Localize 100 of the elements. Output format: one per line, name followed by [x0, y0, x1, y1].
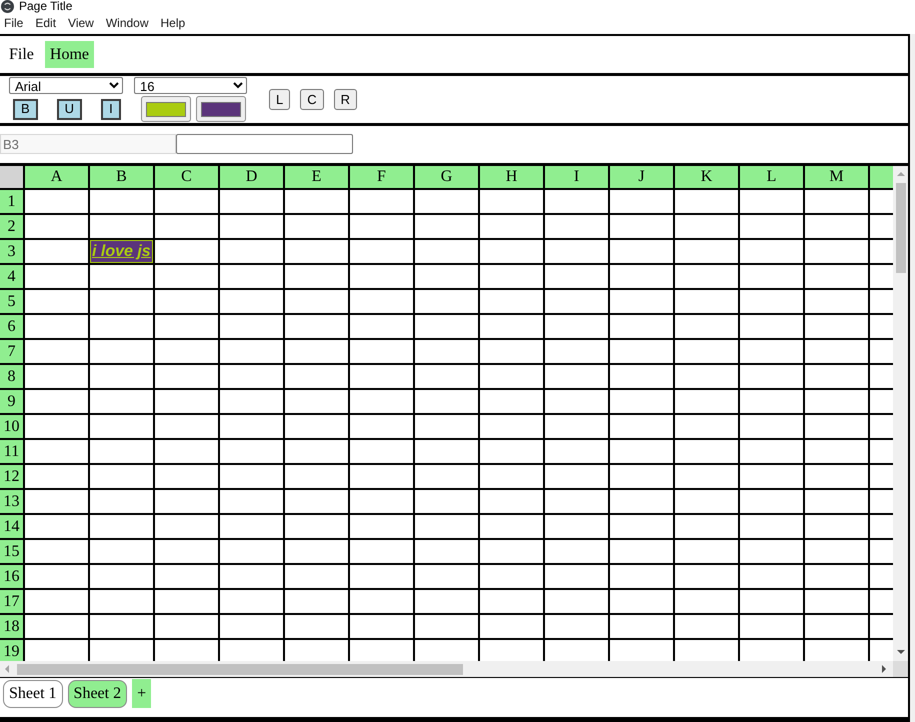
sheet-tab[interactable]: Sheet 1 — [3, 680, 63, 708]
table-cell[interactable] — [545, 265, 608, 288]
table-cell[interactable] — [805, 340, 868, 363]
table-cell[interactable] — [805, 390, 868, 413]
table-cell[interactable] — [740, 590, 803, 613]
table-cell[interactable] — [90, 490, 153, 513]
table-cell[interactable] — [350, 240, 413, 263]
table-cell[interactable] — [25, 390, 88, 413]
table-cell[interactable] — [220, 615, 283, 638]
table-cell[interactable] — [675, 390, 738, 413]
table-cell[interactable] — [415, 340, 478, 363]
table-cell[interactable] — [220, 240, 283, 263]
table-cell[interactable] — [480, 515, 543, 538]
table-cell[interactable] — [90, 390, 153, 413]
fill-color-button[interactable] — [196, 96, 246, 122]
table-cell[interactable] — [220, 490, 283, 513]
table-cell[interactable] — [285, 465, 348, 488]
table-cell[interactable] — [740, 440, 803, 463]
table-cell[interactable] — [675, 515, 738, 538]
table-cell[interactable] — [805, 440, 868, 463]
table-cell[interactable] — [350, 390, 413, 413]
table-cell[interactable] — [675, 240, 738, 263]
cell-reference-field[interactable]: B3 — [0, 134, 176, 154]
table-cell[interactable] — [545, 490, 608, 513]
table-cell[interactable] — [415, 290, 478, 313]
table-cell[interactable] — [740, 565, 803, 588]
table-cell[interactable] — [545, 190, 608, 213]
menu-item[interactable]: Help — [160, 16, 186, 31]
row-header[interactable]: 15 — [0, 540, 23, 563]
table-cell[interactable] — [350, 265, 413, 288]
table-cell[interactable] — [805, 215, 868, 238]
table-cell[interactable] — [25, 565, 88, 588]
column-header[interactable]: K — [675, 166, 738, 188]
table-cell[interactable] — [675, 290, 738, 313]
table-cell[interactable] — [155, 540, 218, 563]
table-cell[interactable] — [675, 615, 738, 638]
table-cell[interactable] — [350, 465, 413, 488]
table-cell[interactable] — [285, 190, 348, 213]
row-header[interactable]: 7 — [0, 340, 23, 363]
scroll-thumb[interactable] — [17, 664, 463, 674]
table-cell[interactable] — [480, 390, 543, 413]
table-cell[interactable] — [415, 490, 478, 513]
font-family-select[interactable]: Arial — [9, 77, 123, 94]
row-header[interactable]: 16 — [0, 565, 23, 588]
table-cell[interactable] — [610, 390, 673, 413]
table-cell[interactable] — [675, 465, 738, 488]
row-header[interactable]: 2 — [0, 215, 23, 238]
table-cell[interactable] — [675, 215, 738, 238]
table-cell[interactable] — [25, 640, 88, 661]
table-cell[interactable] — [25, 290, 88, 313]
table-cell[interactable] — [545, 515, 608, 538]
table-cell[interactable] — [675, 415, 738, 438]
table-cell[interactable] — [220, 190, 283, 213]
table-cell[interactable] — [90, 515, 153, 538]
row-header[interactable]: 4 — [0, 265, 23, 288]
scroll-right-arrow-icon[interactable] — [880, 665, 888, 673]
table-cell[interactable] — [90, 590, 153, 613]
table-cell[interactable] — [90, 290, 153, 313]
table-cell[interactable] — [480, 340, 543, 363]
menu-item[interactable]: Edit — [35, 16, 56, 31]
table-cell[interactable] — [350, 615, 413, 638]
scroll-left-arrow-icon[interactable] — [3, 665, 11, 673]
table-cell[interactable] — [155, 240, 218, 263]
table-cell[interactable] — [805, 315, 868, 338]
row-header[interactable]: 8 — [0, 365, 23, 388]
table-cell[interactable] — [545, 315, 608, 338]
table-cell[interactable] — [480, 640, 543, 661]
table-cell[interactable] — [285, 565, 348, 588]
table-cell[interactable] — [740, 465, 803, 488]
table-cell[interactable] — [805, 490, 868, 513]
table-cell[interactable] — [285, 440, 348, 463]
table-cell[interactable] — [740, 490, 803, 513]
table-cell[interactable] — [740, 515, 803, 538]
table-cell[interactable] — [25, 540, 88, 563]
align-center-button[interactable]: C — [300, 89, 324, 110]
table-cell[interactable] — [545, 365, 608, 388]
table-cell[interactable] — [805, 190, 868, 213]
vertical-scrollbar[interactable] — [893, 166, 908, 661]
table-cell[interactable] — [350, 415, 413, 438]
table-cell[interactable] — [350, 590, 413, 613]
table-cell[interactable] — [25, 190, 88, 213]
table-cell[interactable] — [610, 590, 673, 613]
table-cell[interactable] — [480, 215, 543, 238]
table-cell[interactable] — [155, 365, 218, 388]
table-cell[interactable] — [740, 365, 803, 388]
font-size-select[interactable]: 16 — [134, 77, 247, 94]
column-header[interactable]: H — [480, 166, 543, 188]
table-cell[interactable] — [610, 440, 673, 463]
table-cell[interactable] — [90, 215, 153, 238]
table-cell[interactable] — [25, 615, 88, 638]
table-cell[interactable] — [415, 515, 478, 538]
table-cell[interactable] — [415, 565, 478, 588]
table-cell[interactable] — [415, 615, 478, 638]
table-cell[interactable] — [90, 465, 153, 488]
table-cell[interactable] — [25, 315, 88, 338]
table-cell[interactable] — [610, 565, 673, 588]
menu-item[interactable]: View — [68, 16, 94, 31]
italic-button[interactable]: I — [101, 98, 121, 120]
table-cell[interactable] — [610, 240, 673, 263]
table-cell[interactable] — [285, 515, 348, 538]
